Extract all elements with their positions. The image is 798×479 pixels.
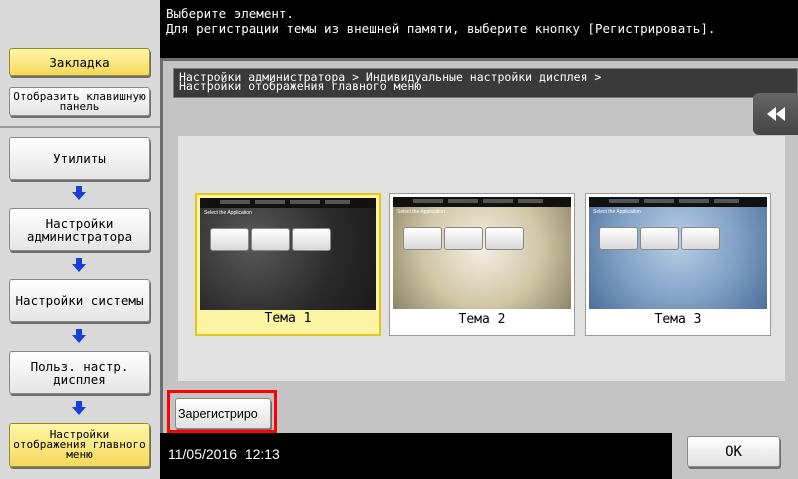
left-sidebar: Закладка Отобразить клавишную панель Ути… xyxy=(0,0,160,479)
step-label: Утилиты xyxy=(53,151,106,166)
theme-label: Тема 2 xyxy=(458,312,506,327)
preview-button xyxy=(292,228,331,251)
theme-3-card[interactable]: Select the Application Тема 3 xyxy=(585,193,771,336)
step-system-settings-button[interactable]: Настройки системы xyxy=(9,279,150,322)
double-left-arrow-icon xyxy=(766,107,785,121)
show-keypad-button[interactable]: Отобразить клавишную панель xyxy=(9,87,150,116)
step-utilities-button[interactable]: Утилиты xyxy=(9,137,150,180)
theme-1-preview: Select the Application xyxy=(200,198,376,310)
down-arrow-icon xyxy=(72,329,86,343)
step-label: Польз. настр. дисплея xyxy=(30,358,129,387)
preview-topbar xyxy=(393,197,571,207)
down-arrow-icon xyxy=(72,186,86,200)
preview-button xyxy=(444,227,483,250)
time-text: 12:13 xyxy=(244,446,280,462)
theme-2-preview: Select the Application xyxy=(393,197,571,309)
down-arrow-icon xyxy=(72,258,86,272)
preview-button xyxy=(599,227,638,250)
message-line-2: Для регистрации темы из внешней памяти, … xyxy=(166,21,716,36)
step-display-settings-button[interactable]: Польз. настр. дисплея xyxy=(9,351,150,394)
theme-label: Тема 3 xyxy=(654,312,702,327)
theme-selection-area: Select the Application Тема 1 Select the… xyxy=(178,136,785,381)
breadcrumb: Настройки администратора > Индивидуальны… xyxy=(173,68,798,98)
collapse-button[interactable] xyxy=(753,93,798,135)
theme-3-preview: Select the Application xyxy=(589,197,767,309)
register-highlight-frame xyxy=(167,390,277,433)
preview-button xyxy=(210,228,249,251)
step-label: Настройки администратора xyxy=(26,215,133,244)
preview-title: Select the Application xyxy=(593,209,641,215)
bookmark-label: Закладка xyxy=(49,54,110,70)
theme-2-card[interactable]: Select the Application Тема 2 xyxy=(389,193,575,336)
theme-1-card[interactable]: Select the Application Тема 1 xyxy=(195,193,381,336)
ok-label: OK xyxy=(725,443,742,460)
datetime: 11/05/2016 12:13 xyxy=(168,446,280,462)
preview-title: Select the Application xyxy=(204,210,252,216)
preview-button xyxy=(485,227,524,250)
ok-button[interactable]: OK xyxy=(687,436,780,467)
show-keypad-label: Отобразить клавишную панель xyxy=(13,89,146,113)
date-text: 11/05/2016 xyxy=(168,446,238,462)
down-arrow-icon xyxy=(72,401,86,415)
message-line-1: Выберите элемент. xyxy=(166,6,294,21)
preview-topbar xyxy=(200,198,376,208)
preview-button xyxy=(403,227,442,250)
main-panel: Настройки администратора > Индивидуальны… xyxy=(160,58,798,433)
preview-button xyxy=(251,228,290,251)
preview-title: Select the Application xyxy=(397,209,445,215)
theme-label: Тема 1 xyxy=(264,311,312,326)
step-admin-settings-button[interactable]: Настройки администратора xyxy=(9,208,150,251)
step-label: Настройки системы xyxy=(15,293,144,308)
preview-button xyxy=(640,227,679,250)
sidebar-divider xyxy=(0,126,160,128)
instruction-message: Выберите элемент. Для регистрации темы и… xyxy=(166,6,796,36)
step-label: Настройки отображения главного меню xyxy=(13,428,146,461)
step-main-menu-display-button[interactable]: Настройки отображения главного меню xyxy=(9,423,150,467)
bookmark-button[interactable]: Закладка xyxy=(9,48,150,76)
preview-button xyxy=(681,227,720,250)
preview-topbar xyxy=(589,197,767,207)
